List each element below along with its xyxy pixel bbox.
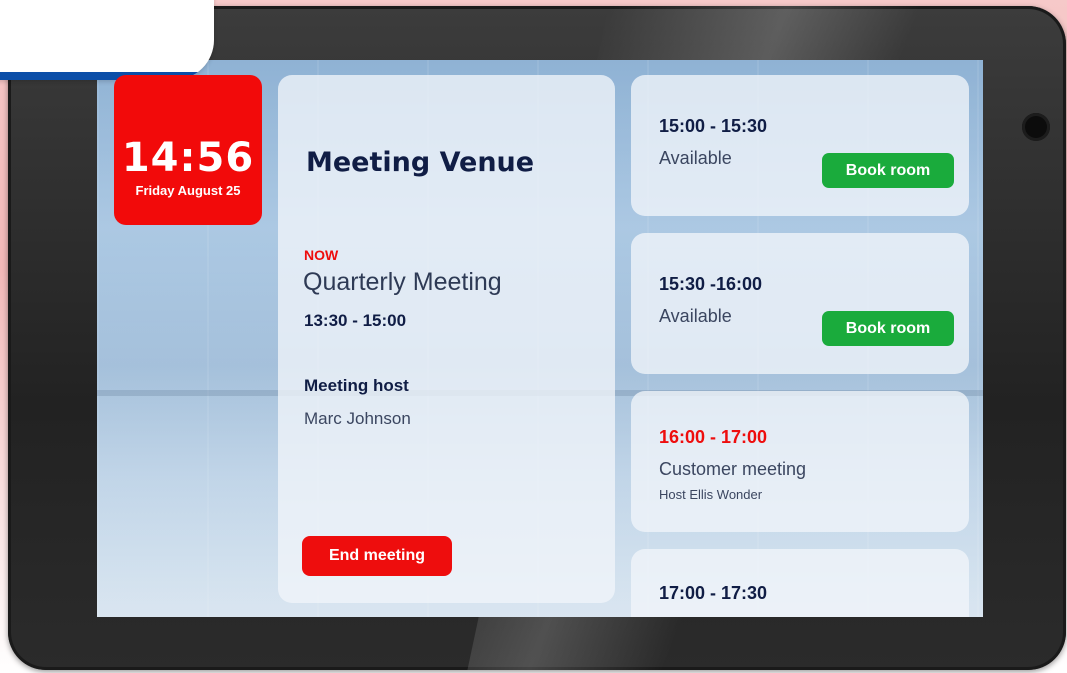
venue-card: Meeting Venue NOW Quarterly Meeting 13:3…: [278, 75, 615, 603]
brand-logo: EETS: [0, 0, 214, 80]
book-room-button[interactable]: Book room: [822, 311, 954, 346]
slot-host: Host Ellis Wonder: [659, 487, 763, 502]
clock-date: Friday August 25: [135, 183, 241, 198]
clock-panel: 14:56 Friday August 25: [114, 75, 262, 225]
schedule-slot-1: 15:00 - 15:30 Available Book room: [631, 75, 969, 216]
current-meeting-title: Quarterly Meeting: [303, 268, 502, 296]
slot-time: 17:00 - 17:30: [659, 583, 768, 603]
slot-time: 15:00 - 15:30: [659, 116, 768, 136]
camera-icon: [1022, 113, 1050, 141]
book-room-button[interactable]: Book room: [822, 153, 954, 188]
slot-status: Available: [659, 148, 732, 168]
meeting-host-label: Meeting host: [304, 376, 409, 395]
slot-status: Customer meeting: [659, 459, 807, 479]
schedule-slot-3: 16:00 - 17:00 Customer meeting Host Elli…: [631, 391, 969, 532]
end-meeting-button[interactable]: End meeting: [302, 536, 452, 576]
schedule-slot-4: 17:00 - 17:30: [631, 549, 969, 617]
meeting-host-name: Marc Johnson: [304, 409, 411, 428]
now-label: NOW: [304, 247, 339, 263]
slot-time: 16:00 - 17:00: [659, 427, 768, 447]
logo-text: EETS: [0, 0, 177, 14]
clock-time: 14:56: [121, 135, 255, 181]
venue-title: Meeting Venue: [306, 147, 535, 178]
slot-status: Available: [659, 306, 732, 326]
current-meeting-time: 13:30 - 15:00: [304, 311, 407, 330]
slot-time: 15:30 -16:00: [659, 274, 763, 294]
schedule-slot-2: 15:30 -16:00 Available Book room: [631, 233, 969, 374]
